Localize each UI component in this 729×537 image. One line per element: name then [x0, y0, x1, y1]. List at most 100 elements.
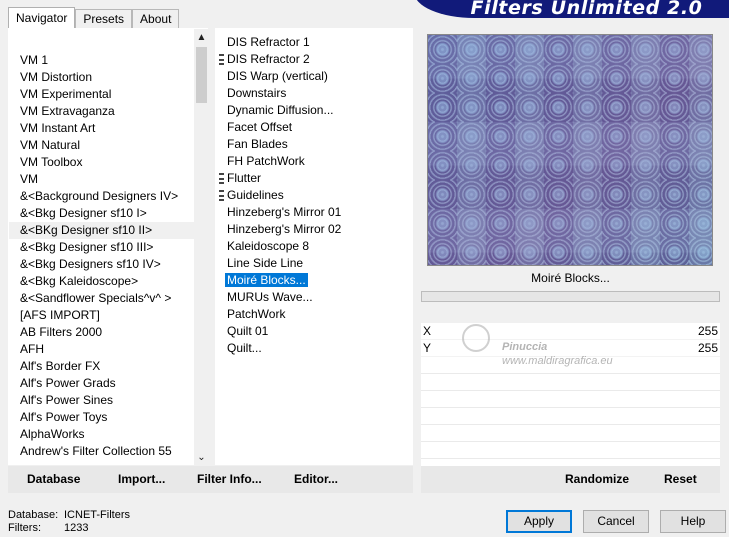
filter-item-label: DIS Refractor 2 [227, 52, 310, 66]
filter-item[interactable]: Dynamic Diffusion... [215, 102, 413, 119]
category-item[interactable]: &<Bkg Kaleidoscope> [9, 273, 194, 290]
category-item[interactable]: &<BKg Designer sf10 II> [9, 222, 194, 239]
category-item[interactable]: Alf's Power Toys [9, 409, 194, 426]
param-row-empty [421, 442, 720, 459]
filter-item[interactable]: Hinzeberg's Mirror 01 [215, 204, 413, 221]
category-item[interactable]: VM Experimental [9, 86, 194, 103]
filter-item[interactable]: DIS Refractor 2 [215, 51, 413, 68]
database-info: Database: ICNET-Filters Filters: 1233 [8, 509, 130, 535]
database-label: Database: [8, 509, 59, 521]
tab-bar: Navigator Presets About [8, 7, 180, 28]
editor-button[interactable]: Editor... [294, 466, 338, 493]
randomize-button[interactable]: Randomize [565, 466, 629, 493]
group-grip-icon [219, 173, 224, 184]
watermark-name: Pinuccia [502, 341, 548, 353]
filter-item-label: Guidelines [227, 188, 284, 202]
filters-count-value: 1233 [64, 522, 89, 534]
param-row-empty [421, 391, 720, 408]
filter-item-label: Moiré Blocks... [225, 273, 308, 287]
filter-item[interactable]: FH PatchWork [215, 153, 413, 170]
watermark-logo-icon [462, 324, 490, 352]
filter-item[interactable]: Flutter [215, 170, 413, 187]
category-item[interactable]: VM Natural [9, 137, 194, 154]
database-button[interactable]: Database [27, 466, 80, 493]
category-item[interactable]: AB Filters 2000 [9, 324, 194, 341]
cancel-button[interactable]: Cancel [583, 510, 649, 533]
tab-navigator[interactable]: Navigator [8, 7, 76, 28]
category-item[interactable]: [AFS IMPORT] [9, 307, 194, 324]
filter-item-label: Downstairs [227, 86, 287, 100]
app-title: Filters Unlimited 2.0 [470, 0, 703, 19]
category-item[interactable]: &<Background Designers IV> [9, 188, 194, 205]
help-button[interactable]: Help [660, 510, 726, 533]
scroll-thumb[interactable] [196, 47, 207, 103]
filter-item[interactable]: Facet Offset [215, 119, 413, 136]
category-item[interactable]: VM [9, 171, 194, 188]
category-item[interactable]: &<Bkg Designer sf10 I> [9, 205, 194, 222]
navigator-button-bar: Database Import... Filter Info... Editor… [8, 466, 413, 493]
category-item[interactable]: &<Bkg Designers sf10 IV> [9, 256, 194, 273]
filter-item-label: Dynamic Diffusion... [227, 103, 334, 117]
import-button[interactable]: Import... [118, 466, 165, 493]
filter-item[interactable]: Line Side Line [215, 255, 413, 272]
category-item[interactable]: VM Extravaganza [9, 103, 194, 120]
filter-item[interactable]: Guidelines [215, 187, 413, 204]
filter-item[interactable]: MURUs Wave... [215, 289, 413, 306]
param-name: Y [423, 341, 432, 355]
reset-button[interactable]: Reset [664, 466, 697, 493]
filter-item-label: MURUs Wave... [227, 290, 313, 304]
progress-bar [421, 291, 720, 302]
category-item[interactable]: Andrew's Filter Collection 55 [9, 443, 194, 460]
category-item[interactable]: AFH [9, 341, 194, 358]
category-list-panel: VM 1 VM Distortion VM Experimental VM Extra… [8, 28, 209, 466]
filter-item[interactable]: Downstairs [215, 85, 413, 102]
category-item[interactable]: AlphaWorks [9, 426, 194, 443]
category-item[interactable]: VM Instant Art [9, 120, 194, 137]
category-scrollbar[interactable]: ▲ ⌄ [194, 29, 209, 466]
param-name: X [423, 324, 432, 338]
filter-item[interactable]: Hinzeberg's Mirror 02 [215, 221, 413, 238]
category-item[interactable]: Alf's Power Grads [9, 375, 194, 392]
scroll-up-arrow-icon[interactable]: ▲ [194, 29, 209, 46]
filter-item-label: Fan Blades [227, 137, 288, 151]
filter-item-label: Flutter [227, 171, 262, 185]
filter-item[interactable]: PatchWork [215, 306, 413, 323]
database-value: ICNET-Filters [64, 509, 130, 521]
filter-list-panel: DIS Refractor 1 DIS Refractor 2 DIS Warp (… [215, 28, 413, 465]
filter-item[interactable]: Moiré Blocks... [215, 272, 413, 289]
filter-preview-image [427, 34, 713, 266]
filter-item[interactable]: Fan Blades [215, 136, 413, 153]
param-row-empty [421, 374, 720, 391]
watermark-url: www.maldiragrafica.eu [502, 355, 613, 367]
category-item[interactable]: Alf's Border FX [9, 358, 194, 375]
filter-item-label: DIS Refractor 1 [227, 35, 310, 49]
filter-item[interactable]: Quilt... [215, 340, 413, 357]
group-grip-icon [219, 190, 224, 201]
filter-item[interactable]: Quilt 01 [215, 323, 413, 340]
app-banner: Filters Unlimited 2.0 [414, 0, 729, 19]
scroll-down-arrow-icon[interactable]: ⌄ [194, 449, 209, 466]
category-item[interactable]: VM 1 [9, 52, 194, 69]
filter-item-label: Quilt... [227, 341, 262, 355]
param-value: 255 [697, 324, 718, 338]
category-item[interactable]: &<Bkg Designer sf10 III> [9, 239, 194, 256]
filter-item[interactable]: DIS Warp (vertical) [215, 68, 413, 85]
filter-item[interactable]: Kaleidoscope 8 [215, 238, 413, 255]
category-item[interactable]: VM Distortion [9, 69, 194, 86]
filter-item-label: Hinzeberg's Mirror 02 [227, 222, 342, 236]
filter-item-label: Line Side Line [227, 256, 304, 270]
filter-info-button[interactable]: Filter Info... [197, 466, 262, 493]
filter-item-label: Hinzeberg's Mirror 01 [227, 205, 342, 219]
filter-item[interactable]: DIS Refractor 1 [215, 34, 413, 51]
filter-item-label: Facet Offset [227, 120, 293, 134]
filter-item-label: DIS Warp (vertical) [227, 69, 328, 83]
filter-item-label: PatchWork [227, 307, 286, 321]
tab-presets[interactable]: Presets [75, 9, 133, 28]
filters-count-label: Filters: [8, 522, 41, 534]
category-item[interactable]: &<Sandflower Specials^v^ > [9, 290, 194, 307]
tab-about[interactable]: About [132, 9, 180, 28]
apply-button[interactable]: Apply [506, 510, 572, 533]
category-item[interactable]: Alf's Power Sines [9, 392, 194, 409]
preview-button-bar: Randomize Reset [421, 466, 720, 493]
category-item[interactable]: VM Toolbox [9, 154, 194, 171]
